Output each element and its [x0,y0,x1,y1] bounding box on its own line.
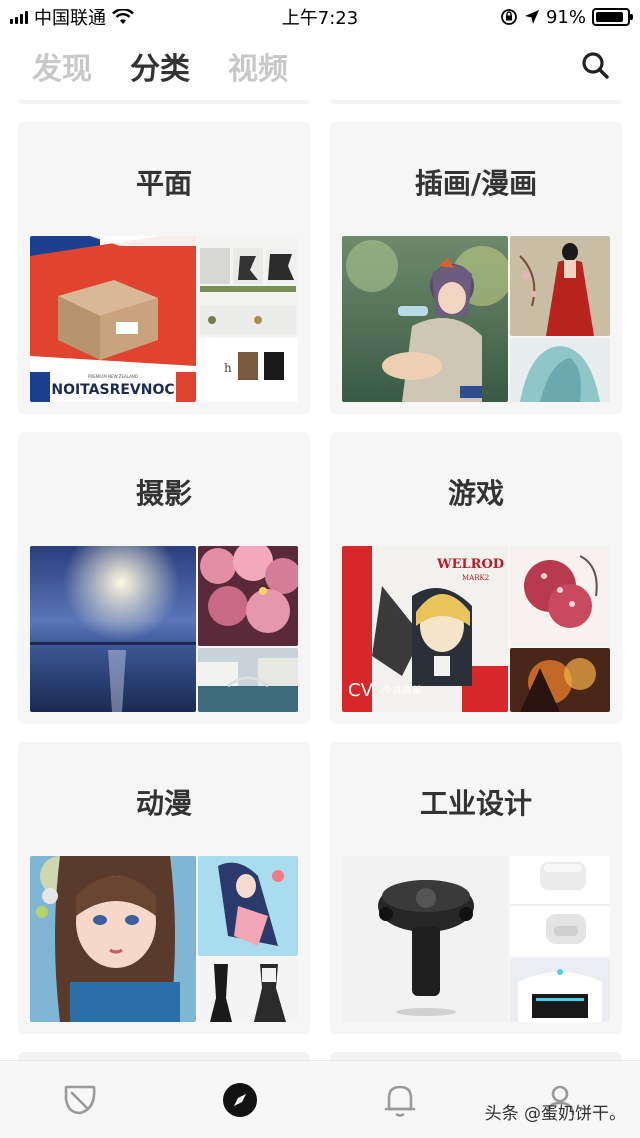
category-card-graphic[interactable]: 平面 NOITASREVNOC PREMIUM NEW ZEALAND h [18,122,310,414]
battery-percent: 91% [545,6,586,28]
thumbnail-illustration-red-dress [510,236,610,336]
category-card-illustration[interactable]: 插画/漫画 [330,122,622,414]
partial-card-bottom-right [330,1052,622,1060]
carrier-label: 中国联通 [34,8,106,29]
category-card-industrial-design[interactable]: 工业设计 [330,742,622,1034]
tab-videos[interactable]: 视频 [228,44,288,88]
thumbnail-illustration-girl [342,236,508,402]
category-card-photography[interactable]: 摄影 [18,432,310,724]
watermark-text: 头条 @蛋奶饼干。 [484,1104,626,1124]
thumbnail-group [30,856,298,1022]
thumbnail-group [342,236,610,402]
category-grid: 平面 NOITASREVNOC PREMIUM NEW ZEALAND h 插画… [0,100,640,1060]
thumbnail-group: NOITASREVNOC PREMIUM NEW ZEALAND h [30,236,298,402]
battery-fill [596,12,624,22]
category-title: 平面 [135,167,192,200]
thumbnail-subbanner-text: PREMIUM NEW ZEALAND [88,374,138,379]
leaf-icon[interactable] [60,1079,102,1121]
thumbnail-industrial-camera [342,856,508,1022]
category-title: 摄影 [135,477,192,510]
bottom-tab-bar: 头条 @蛋奶饼干。 [0,1060,640,1138]
compass-icon[interactable] [219,1079,261,1121]
thumbnail-game-subtitle: MARK2 [462,574,489,582]
category-title: 动漫 [135,787,192,820]
thumbnail-anime-portrait [30,856,196,1022]
thumbnail-group [30,546,298,712]
orientation-lock-icon [501,9,517,25]
top-nav: 发现 分类 视频 [0,34,640,98]
thumbnail-photo-blossoms [198,546,298,646]
category-card-games[interactable]: 游戏 WELROD MARK2 CV 今井麻美 [330,432,622,724]
thumbnail-game-welrod: WELROD MARK2 CV 今井麻美 [342,546,508,712]
thumbnail-anime-figures [198,958,298,1022]
thumbnail-graphic-marks: h [198,338,298,402]
thumbnail-game-cv-name: 今井麻美 [382,684,422,697]
thumbnail-game-fruit-girl [510,546,610,646]
thumbnail-industrial-devices [510,856,610,956]
thumbnail-illustration-teal-hair [510,338,610,402]
thumbnail-game-cv: CV [348,680,374,701]
thumbnail-banner-text: NOITASREVNOC [51,382,174,398]
search-icon[interactable] [578,48,614,84]
status-right: 91% [500,6,633,28]
partial-card-top-left [18,100,310,104]
category-title: 游戏 [447,477,504,510]
thumbnail-game-fire-battle [510,648,610,712]
tab-categories[interactable]: 分类 [130,44,190,88]
battery-icon [592,8,633,26]
thumbnail-anime-blue-hair [198,856,298,956]
bell-icon[interactable] [379,1079,421,1121]
wifi-icon [112,9,134,24]
location-icon [524,10,539,24]
thumbnail-graphic-box: NOITASREVNOC PREMIUM NEW ZEALAND [30,236,196,402]
thumbnail-game-title: WELROD [436,557,504,572]
partial-card-top-right [330,100,622,104]
status-left: 中国联通 [10,4,134,30]
partial-card-bottom-left [18,1052,310,1060]
thumbnail-group: WELROD MARK2 CV 今井麻美 [342,546,610,712]
thumbnail-group [342,856,610,1022]
category-card-anime[interactable]: 动漫 [18,742,310,1034]
thumbnail-graphic-logos [198,236,298,336]
thumbnail-photo-sunset-sea [30,546,196,712]
svg-text:h: h [224,361,232,375]
signal-icon [10,10,28,24]
tab-discover[interactable]: 发现 [32,44,92,88]
status-bar: 中国联通 上午7:23 91% [0,0,640,34]
category-title: 工业设计 [419,787,532,820]
thumbnail-photo-canal-town [198,648,298,712]
thumbnail-industrial-robot [510,958,610,1022]
category-title: 插画/漫画 [414,167,538,200]
